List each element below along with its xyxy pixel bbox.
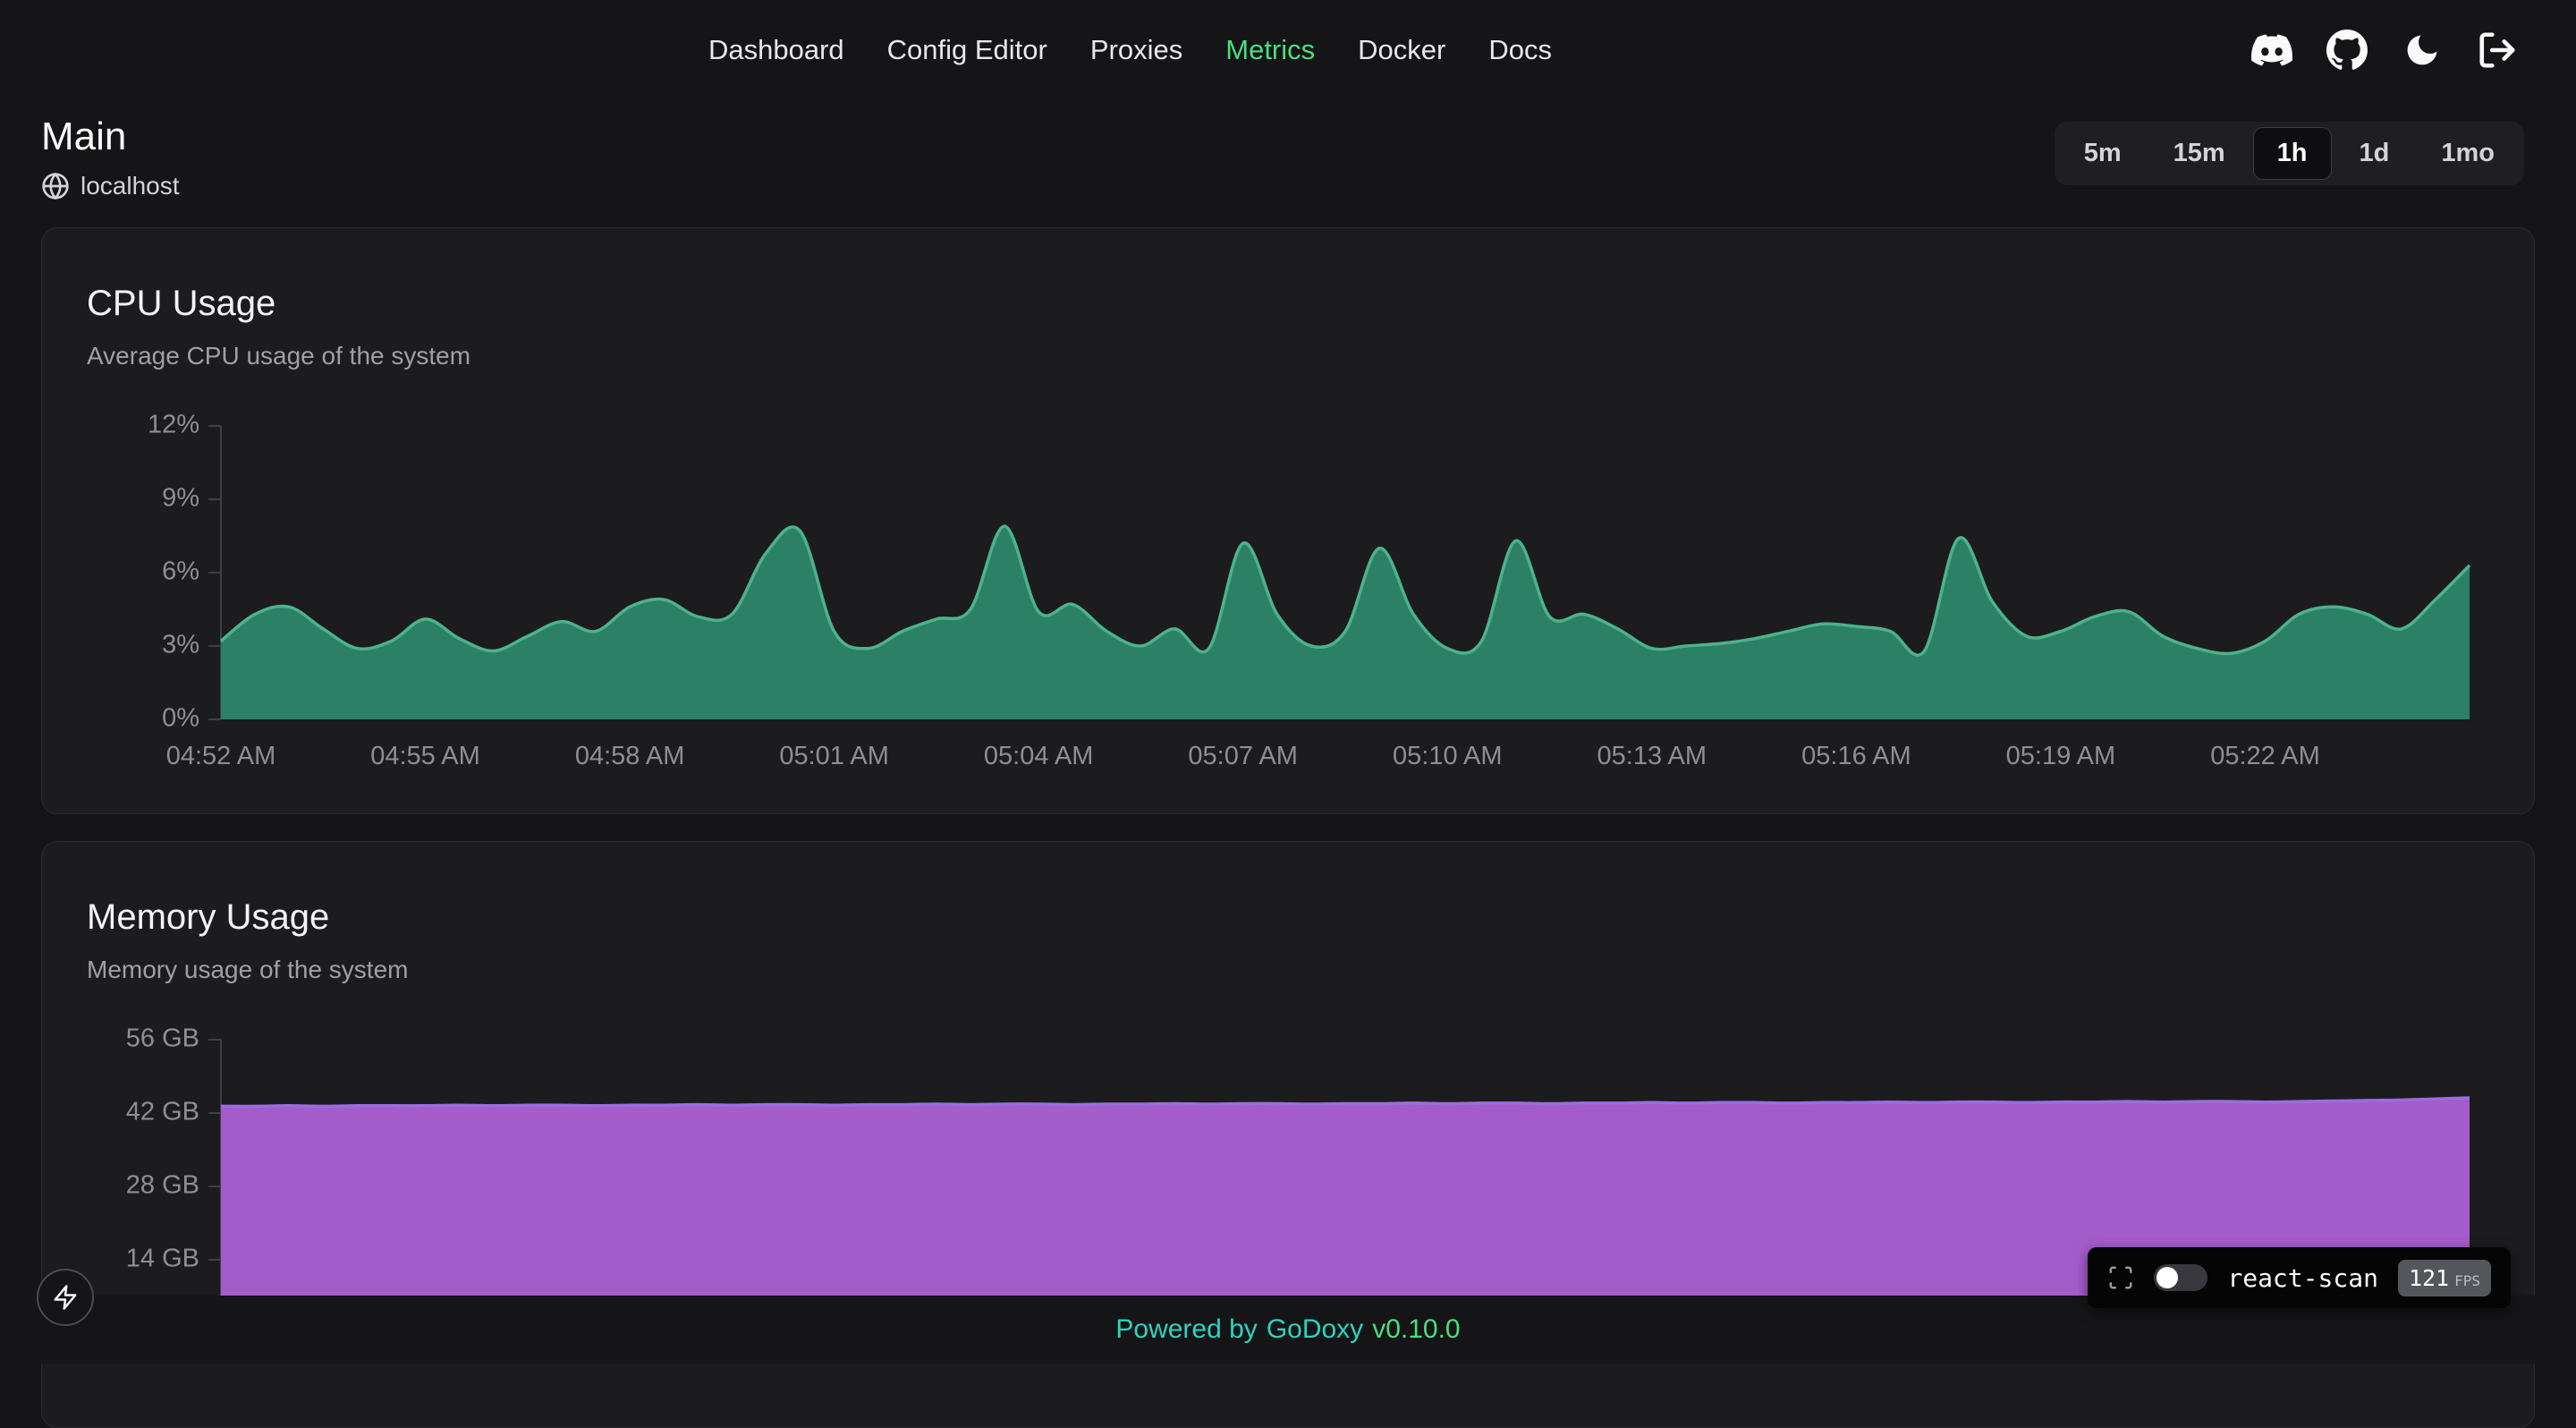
time-range-5m[interactable]: 5m bbox=[2061, 128, 2145, 179]
cpu-card-title: CPU Usage bbox=[87, 284, 2489, 324]
svg-text:04:52 AM: 04:52 AM bbox=[166, 742, 276, 770]
svg-text:05:19 AM: 05:19 AM bbox=[2006, 742, 2116, 770]
svg-text:9%: 9% bbox=[162, 484, 199, 513]
react-scan-label: react-scan bbox=[2227, 1263, 2378, 1293]
svg-text:05:10 AM: 05:10 AM bbox=[1393, 742, 1503, 770]
nav-item-docs[interactable]: Docs bbox=[1488, 34, 1552, 66]
nav-item-proxies[interactable]: Proxies bbox=[1090, 34, 1182, 66]
fps-value: 121 bbox=[2409, 1265, 2449, 1291]
svg-text:05:07 AM: 05:07 AM bbox=[1188, 742, 1298, 770]
host-row: localhost bbox=[41, 172, 180, 200]
svg-text:14 GB: 14 GB bbox=[126, 1245, 199, 1273]
version-text: v0.10.0 bbox=[1372, 1314, 1460, 1345]
nav-item-docker[interactable]: Docker bbox=[1358, 34, 1445, 66]
cpu-usage-chart: 0% 3% 6% 9% 12% 04:52 AM 04:55 AM 04:58 AM 05:01… bbox=[87, 412, 2489, 787]
memory-card-subtitle: Memory usage of the system bbox=[87, 956, 2489, 984]
time-range-selector: 5m 15m 1h 1d 1mo bbox=[2055, 122, 2524, 185]
page-header: Main localhost 5m 15m 1h 1d 1mo bbox=[0, 100, 2576, 200]
cpu-usage-card: CPU Usage Average CPU usage of the syste… bbox=[41, 227, 2535, 814]
globe-icon bbox=[41, 172, 70, 200]
nav-item-config-editor[interactable]: Config Editor bbox=[887, 34, 1047, 66]
time-range-1h[interactable]: 1h bbox=[2254, 128, 2331, 179]
svg-text:3%: 3% bbox=[162, 631, 199, 659]
nav-links: Dashboard Config Editor Proxies Metrics … bbox=[708, 34, 1552, 66]
hostname: localhost bbox=[80, 172, 180, 200]
logout-icon[interactable] bbox=[2476, 29, 2519, 72]
zap-button[interactable] bbox=[37, 1269, 94, 1326]
svg-text:42 GB: 42 GB bbox=[126, 1098, 199, 1126]
svg-text:6%: 6% bbox=[162, 557, 199, 586]
time-range-15m[interactable]: 15m bbox=[2150, 128, 2249, 179]
page-title: Main bbox=[41, 115, 180, 159]
svg-text:56 GB: 56 GB bbox=[126, 1025, 199, 1053]
svg-text:12%: 12% bbox=[148, 412, 199, 439]
fps-unit: FPS bbox=[2454, 1272, 2480, 1289]
svg-text:05:01 AM: 05:01 AM bbox=[779, 742, 889, 770]
fps-badge: 121 FPS bbox=[2398, 1260, 2491, 1296]
github-icon[interactable] bbox=[2326, 29, 2368, 72]
svg-text:05:13 AM: 05:13 AM bbox=[1597, 742, 1707, 770]
nav-item-metrics[interactable]: Metrics bbox=[1225, 34, 1315, 66]
scan-icon[interactable] bbox=[2107, 1264, 2134, 1291]
zap-icon bbox=[52, 1284, 79, 1311]
svg-text:28 GB: 28 GB bbox=[126, 1171, 199, 1200]
nav-icons bbox=[2250, 29, 2519, 72]
memory-card-title: Memory Usage bbox=[87, 897, 2489, 938]
toggle-knob bbox=[2157, 1267, 2178, 1288]
powered-by-text: Powered by bbox=[1115, 1314, 1257, 1345]
svg-text:05:16 AM: 05:16 AM bbox=[1801, 742, 1911, 770]
svg-text:04:55 AM: 04:55 AM bbox=[370, 742, 480, 770]
time-range-1d[interactable]: 1d bbox=[2336, 128, 2413, 179]
cpu-card-subtitle: Average CPU usage of the system bbox=[87, 342, 2489, 370]
react-scan-widget: react-scan 121 FPS bbox=[2088, 1247, 2511, 1308]
moon-icon[interactable] bbox=[2401, 29, 2444, 72]
svg-text:05:22 AM: 05:22 AM bbox=[2210, 742, 2320, 770]
svg-text:04:58 AM: 04:58 AM bbox=[575, 742, 685, 770]
svg-text:05:04 AM: 05:04 AM bbox=[984, 742, 1094, 770]
godoxy-link[interactable]: GoDoxy bbox=[1267, 1314, 1363, 1345]
discord-icon[interactable] bbox=[2250, 29, 2293, 72]
react-scan-toggle[interactable] bbox=[2154, 1264, 2207, 1291]
time-range-1mo[interactable]: 1mo bbox=[2418, 128, 2518, 179]
nav-item-dashboard[interactable]: Dashboard bbox=[708, 34, 844, 66]
top-nav: Dashboard Config Editor Proxies Metrics … bbox=[0, 0, 2576, 100]
svg-text:0%: 0% bbox=[162, 704, 199, 733]
